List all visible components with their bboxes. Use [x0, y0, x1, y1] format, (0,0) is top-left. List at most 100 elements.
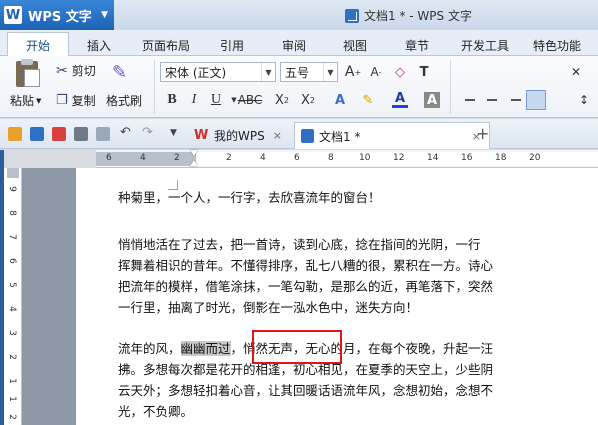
paragraph-line[interactable]: 悄悄地活在了过去，把一首诗，读到心底，捻在指间的光阴，一行 [118, 234, 598, 255]
underline-icon[interactable]: U [208, 92, 224, 108]
ruler-label: 5 [6, 282, 17, 288]
decrease-indent-icon[interactable] [514, 64, 530, 80]
pdf-icon[interactable] [52, 127, 66, 141]
shrink-font-icon[interactable]: A- [368, 64, 384, 80]
tab-insert[interactable]: 插入 [87, 34, 111, 56]
ruler-label: 4 [6, 306, 17, 312]
ruler-label: 12 [393, 153, 405, 163]
char-shading-icon[interactable]: A [424, 92, 440, 108]
close-icon[interactable]: × [273, 129, 282, 142]
sort-icon[interactable]: ✕ [568, 64, 584, 80]
indent-marker[interactable] [190, 150, 199, 168]
new-tab-button[interactable]: + [476, 124, 489, 143]
superscript-icon[interactable]: X2 [274, 92, 290, 108]
ribbon-home: 粘贴 ▼ ✂ 剪切 ❐ 复制 ✎ 格式刷 宋体 (正文) ▼ 五号 ▼ A + A… [0, 56, 598, 118]
paragraph-line[interactable]: 种菊里，一个人，一行字，去欣喜流年的窗台！ [118, 187, 598, 208]
selected-text[interactable]: 幽幽而过 [180, 341, 231, 356]
paragraph-line[interactable]: 光，不负卿。 [118, 401, 598, 422]
ruler-label: 8 [328, 153, 334, 163]
tab-mywps-label: 我的WPS [214, 129, 265, 143]
phonetic-guide-icon[interactable]: T [416, 64, 432, 80]
ruler-label: 2 [174, 153, 180, 163]
text-effect-icon[interactable]: A [332, 92, 348, 108]
text-before-selection: 流年的风， [118, 341, 181, 356]
redo-icon[interactable]: ↷ [142, 125, 156, 140]
copy-icon: ❐ [56, 93, 68, 108]
cut-button[interactable]: ✂ 剪切 [56, 62, 96, 79]
format-painter-brush[interactable]: ✎ [112, 60, 138, 84]
menu-bar: 开始 插入 页面布局 引用 审阅 视图 章节 开发工具 特色功能 [0, 30, 598, 57]
tab-view[interactable]: 视图 [343, 34, 367, 56]
tab-review[interactable]: 审阅 [282, 34, 306, 56]
save-icon[interactable] [30, 127, 44, 141]
open-folder-icon[interactable] [8, 127, 22, 141]
increase-indent-icon[interactable] [542, 64, 558, 80]
line-spacing-icon[interactable]: ↕ [576, 92, 592, 108]
distributed-icon[interactable] [552, 92, 568, 108]
subscript-icon[interactable]: X2 [300, 92, 316, 108]
selection-annotation-box [252, 330, 342, 364]
paragraph-line[interactable]: 把流年的模样，借笔涂抹，一笔勾勒，是那么的近，再笔落下，突然 [118, 276, 598, 297]
chevron-down-icon: ▼ [323, 63, 337, 81]
align-center-icon[interactable] [484, 92, 500, 108]
ruler-label: 10 [359, 153, 371, 163]
chevron-down-icon: ▼ [101, 10, 108, 20]
paste-label-button[interactable]: 粘贴 ▼ [10, 92, 41, 109]
tab-developer[interactable]: 开发工具 [461, 34, 509, 56]
undo-icon[interactable]: ↶ [120, 125, 134, 140]
window-title-text: 文档1 * - WPS 文字 [364, 9, 472, 23]
customize-toolbar-icon[interactable]: ▼ [170, 128, 184, 142]
paste-button[interactable] [12, 59, 46, 88]
tab-document[interactable]: 文档1 * × [294, 122, 490, 149]
paragraph-line[interactable]: 挥舞着相识的昔年。不懂得排序，乱七八糟的很，累积在一方。诗心 [118, 255, 598, 276]
bullets-icon[interactable] [458, 64, 474, 80]
bold-icon[interactable]: B [164, 92, 180, 108]
strikethrough-icon[interactable]: ABC [238, 92, 263, 108]
clear-format-icon[interactable]: ◇ [392, 64, 408, 80]
chevron-down-icon: ▼ [261, 63, 275, 81]
font-name-select[interactable]: 宋体 (正文) ▼ [160, 62, 276, 82]
print-icon[interactable] [74, 127, 88, 141]
format-painter-label: 格式刷 [106, 94, 143, 108]
paragraph-line[interactable]: 一行里，抽离了时光，倒影在一泓水色中，迷失方向！ [118, 297, 598, 318]
justify-icon[interactable] [526, 90, 546, 110]
ruler-label: 18 [495, 153, 507, 163]
ruler-label: 6 [106, 153, 112, 163]
italic-icon[interactable]: I [186, 92, 202, 108]
document-icon [345, 8, 359, 23]
tab-home[interactable]: 开始 [7, 32, 70, 57]
paragraph-line-highlighted[interactable]: 流年的风，幽幽而过，悄然无声，无心的月，在每个夜晚，升起一汪 [118, 338, 598, 359]
copy-button[interactable]: ❐ 复制 [56, 92, 96, 109]
vertical-ruler[interactable]: 9 8 7 6 5 4 3 2 1 1 2 [4, 168, 22, 425]
scissors-icon: ✂ [56, 62, 68, 79]
paragraph-line[interactable]: 拂。多想每次都是花开的相逢，初心相见，在夏季的天空上，少些阴 [118, 359, 598, 380]
font-color-icon[interactable]: A [392, 91, 408, 108]
quick-access-bar: ↶ ↷ ▼ W 我的WPS × 文档1 * × [0, 119, 598, 149]
ruler-label: 6 [6, 258, 17, 264]
align-right-icon[interactable] [506, 92, 522, 108]
font-size-select[interactable]: 五号 ▼ [280, 62, 338, 82]
paragraph-line[interactable]: 云天外；多想轻扣着心音，让其回暖话语流年风，念想初始，念想不 [118, 380, 598, 401]
title-bar: W WPS 文字 ▼ 文档1 * - WPS 文字 [0, 0, 598, 30]
ruler-label: 1 [6, 396, 17, 402]
clipboard-icon [16, 59, 40, 87]
highlight-icon[interactable]: ✎ [360, 92, 376, 108]
tab-document-label: 文档1 * [319, 129, 361, 144]
app-menu-button[interactable]: W WPS 文字 ▼ [0, 0, 114, 30]
format-painter-button[interactable]: 格式刷 [106, 92, 142, 109]
brush-icon: ✎ [112, 61, 128, 83]
tab-page-layout[interactable]: 页面布局 [142, 34, 190, 56]
ruler-label: 4 [140, 153, 146, 163]
numbering-icon[interactable] [486, 64, 502, 80]
tab-references[interactable]: 引用 [220, 34, 244, 56]
tab-mywps[interactable]: W 我的WPS × [188, 122, 290, 149]
grow-font-icon[interactable]: A + [345, 64, 361, 80]
cut-label: 剪切 [71, 64, 96, 78]
ruler-label: 3 [6, 330, 17, 336]
wps-logo-icon: W [194, 128, 209, 143]
tab-special-features[interactable]: 特色功能 [533, 34, 581, 56]
print-preview-icon[interactable] [96, 127, 110, 141]
tab-chapter[interactable]: 章节 [405, 34, 429, 56]
horizontal-ruler[interactable]: 6 4 2 2 4 6 8 10 12 14 16 18 20 [96, 150, 598, 168]
align-left-icon[interactable] [462, 92, 478, 108]
